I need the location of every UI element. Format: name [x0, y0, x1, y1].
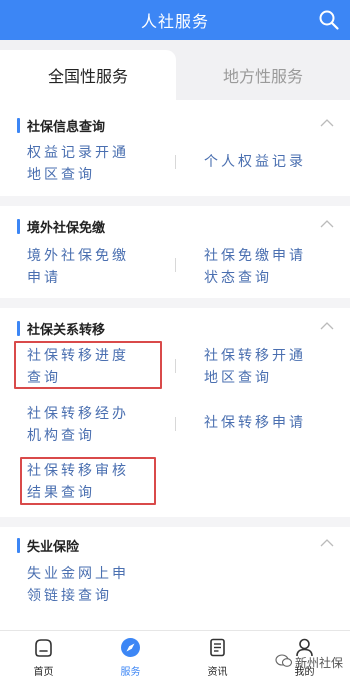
home-icon	[35, 639, 52, 657]
item-divider	[175, 155, 176, 169]
section-title: 社保信息查询	[27, 120, 106, 135]
section-title: 社保关系转移	[27, 323, 106, 338]
page-title: 人社服务	[140, 12, 209, 31]
service-item-transfer-review-result[interactable]: 社保转移审核 结果查询	[27, 460, 129, 504]
item-line: 社保转移进度	[27, 348, 129, 364]
nav-home[interactable]: 首页	[0, 631, 87, 679]
search-icon[interactable]	[318, 9, 340, 31]
chevron-up-icon[interactable]	[320, 118, 334, 128]
section-header-transfer[interactable]: 社保关系转移	[0, 315, 350, 341]
item-line: 申请	[27, 270, 61, 286]
compass-icon	[121, 638, 140, 657]
service-item-transfer-agency[interactable]: 社保转移经办 机构查询	[27, 403, 129, 447]
item-line: 个人权益记录	[204, 154, 306, 170]
item-line: 社保免缴申请	[204, 248, 306, 264]
service-item-rights-record-regions[interactable]: 权益记录开通 地区查询	[27, 142, 129, 186]
section-separator	[0, 196, 350, 206]
item-divider	[175, 359, 176, 373]
nav-news[interactable]: 资讯	[174, 631, 261, 679]
nav-label: 首页	[33, 667, 54, 678]
service-list: 社保信息查询 权益记录开通 地区查询 个人权益记录 境外社保免缴 境外社保免缴 …	[0, 100, 350, 630]
nav-services[interactable]: 服务	[87, 631, 174, 679]
nav-label: 服务	[120, 667, 141, 678]
item-line: 查询	[27, 370, 61, 386]
item-line: 地区查询	[204, 370, 272, 386]
news-icon	[210, 638, 225, 657]
item-line: 机构查询	[27, 428, 95, 444]
section-header-overseas-exemption[interactable]: 境外社保免缴	[0, 213, 350, 239]
section-separator	[0, 298, 350, 308]
tab-local-services[interactable]: 地方性服务	[176, 50, 350, 100]
tab-national-services[interactable]: 全国性服务	[0, 50, 176, 100]
item-divider	[175, 417, 176, 431]
app-header: 人社服务	[0, 0, 350, 40]
service-item-unemployment-benefit-link[interactable]: 失业金网上申 领链接查询	[27, 563, 129, 607]
service-item-transfer-regions[interactable]: 社保转移开通 地区查询	[204, 345, 306, 389]
tab-label: 地方性服务	[222, 67, 303, 86]
section-title: 失业保险	[27, 540, 80, 555]
tab-label: 全国性服务	[47, 67, 128, 86]
item-line: 失业金网上申	[27, 566, 129, 582]
item-line: 结果查询	[27, 485, 95, 501]
item-line: 社保转移审核	[27, 463, 129, 479]
wechat-icon	[275, 654, 293, 667]
service-item-overseas-exemption-apply[interactable]: 境外社保免缴 申请	[27, 245, 129, 289]
item-line: 社保转移申请	[204, 415, 306, 431]
item-line: 领链接查询	[27, 588, 112, 604]
item-line: 状态查询	[204, 270, 272, 286]
item-line: 地区查询	[27, 167, 95, 183]
service-item-personal-rights-record[interactable]: 个人权益记录	[204, 151, 306, 173]
section-separator	[0, 517, 350, 527]
item-divider	[175, 258, 176, 272]
item-line: 权益记录开通	[27, 145, 129, 161]
service-tabs: 全国性服务 地方性服务	[0, 40, 350, 100]
section-title: 境外社保免缴	[27, 221, 106, 236]
service-item-exemption-status-query[interactable]: 社保免缴申请 状态查询	[204, 245, 306, 289]
watermark-text: 新州社保	[295, 656, 344, 670]
section-accent-bar	[17, 321, 20, 336]
section-accent-bar	[17, 118, 20, 133]
service-item-transfer-apply[interactable]: 社保转移申请	[204, 412, 306, 434]
section-accent-bar	[17, 219, 20, 234]
watermark: 新州社保	[275, 652, 347, 672]
nav-label: 资讯	[207, 667, 228, 678]
chevron-up-icon[interactable]	[320, 321, 334, 331]
chevron-up-icon[interactable]	[320, 219, 334, 229]
section-accent-bar	[17, 538, 20, 553]
section-header-info-query[interactable]: 社保信息查询	[0, 112, 350, 138]
service-item-transfer-progress[interactable]: 社保转移进度 查询	[27, 345, 129, 389]
item-line: 社保转移经办	[27, 406, 129, 422]
chevron-up-icon[interactable]	[320, 538, 334, 548]
item-line: 境外社保免缴	[27, 248, 129, 264]
item-line: 社保转移开通	[204, 348, 306, 364]
section-header-unemployment[interactable]: 失业保险	[0, 532, 350, 558]
